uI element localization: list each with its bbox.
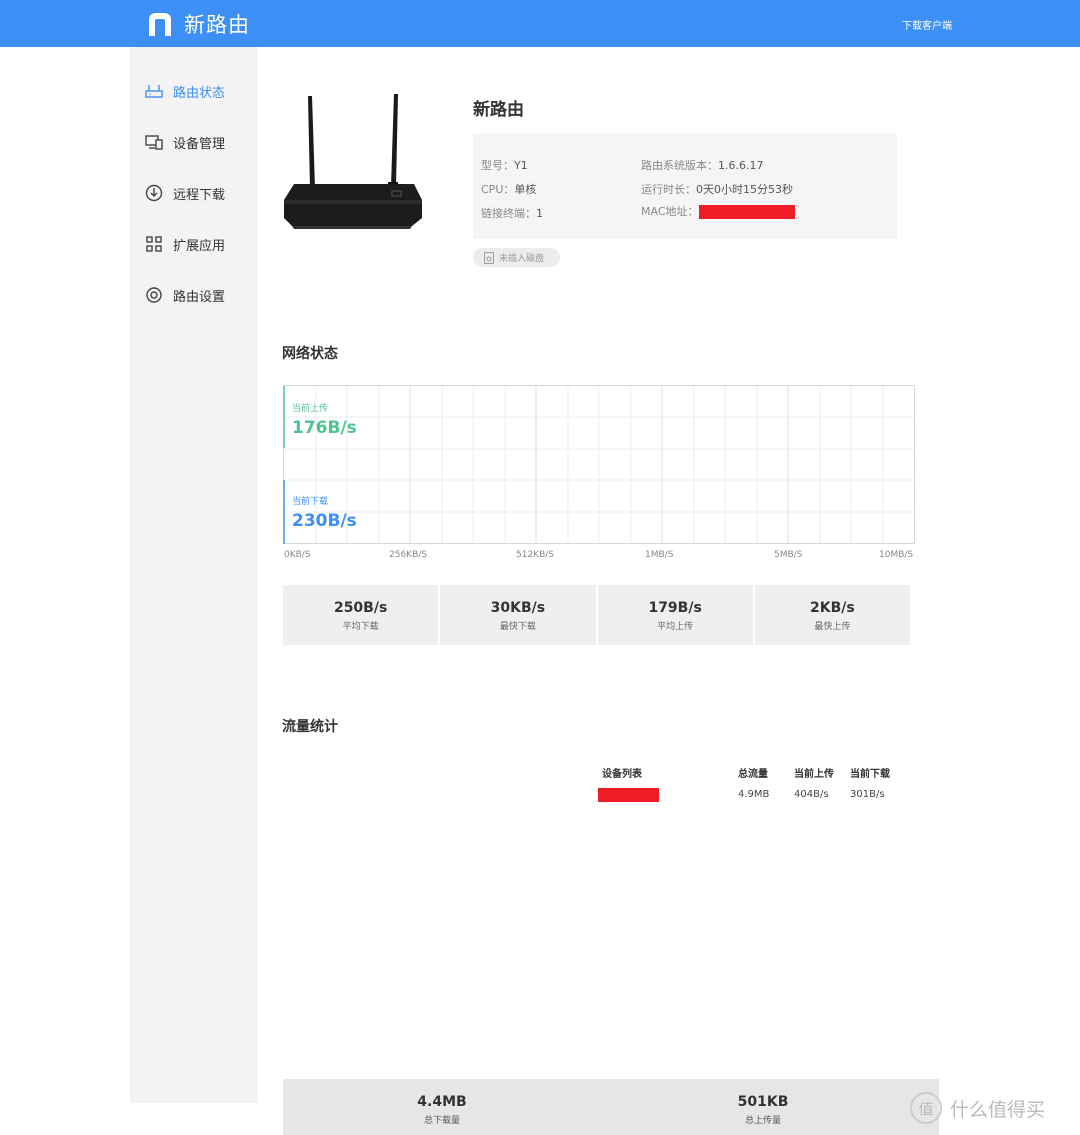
download-marker [283, 480, 285, 544]
firmware-label: 路由系统版本： [641, 159, 718, 172]
app-name: 新路由 [184, 13, 250, 37]
apps-grid-icon [145, 235, 163, 253]
download-client-link[interactable]: 下载客户端 [902, 17, 952, 32]
router-icon [145, 82, 163, 100]
download-speed: 当前下载 230B/s [292, 494, 357, 531]
total-value: 4.4MB [417, 1094, 467, 1110]
devices-icon [145, 133, 163, 151]
stat-caption: 最快下载 [499, 622, 536, 632]
cpu-value: 单核 [514, 183, 537, 196]
disk-icon [484, 251, 494, 264]
disk-status-text: 未插入磁盘 [499, 254, 545, 264]
upload-speed: 当前上传 176B/s [292, 401, 357, 438]
download-icon [145, 184, 163, 202]
sidebar-item-label: 路由状态 [173, 85, 226, 101]
axis-tick-label: 512KB/S [516, 550, 554, 560]
clients-info: 链接终端：1 [481, 205, 543, 221]
device-name-redaction [598, 788, 659, 802]
traffic-stats-title: 流量统计 [282, 719, 338, 735]
stat-value: 250B/s [333, 600, 388, 616]
settings-icon [145, 286, 163, 304]
stat-avg-download: 250B/s 平均下载 [283, 585, 439, 645]
axis-tick-label: 10MB/S [879, 550, 914, 560]
stat-value: 30KB/s [490, 600, 546, 616]
network-speed-chart: 当前上传 176B/s 当前下载 230B/s [283, 385, 915, 544]
traffic-totals: 4.4MB 总下载量 501KB 总上传量 [283, 1079, 939, 1135]
watermark-text: 什么值得买 [950, 1098, 1046, 1121]
uptime-info: 运行时长：0天0小时15分53秒 [641, 181, 793, 197]
speed-stats: 250B/s 平均下载 30KB/s 最快下载 179B/s 平均上传 2KB/… [283, 585, 910, 645]
download-value: 230B/s [292, 511, 357, 531]
logo[interactable]: 新路由 [146, 9, 250, 39]
sidebar-item-router-status[interactable]: 路由状态 [145, 80, 225, 102]
firmware-value: 1.6.6.17 [718, 159, 764, 172]
axis-tick-label: 5MB/S [774, 550, 803, 560]
watermark-logo: 值 [910, 1092, 942, 1124]
row-upload: 404B/s [794, 789, 829, 800]
sidebar-item-remote-download[interactable]: 远程下载 [145, 182, 225, 204]
stat-value: 179B/s [648, 600, 702, 616]
total-download: 4.4MB 总下载量 [382, 1094, 502, 1126]
row-download: 301B/s [850, 789, 885, 800]
mac-redaction [698, 205, 795, 219]
stat-max-upload: 2KB/s 最快上传 [754, 585, 910, 645]
column-header-total: 总流量 [738, 769, 768, 780]
upload-value: 176B/s [292, 418, 357, 438]
axis-tick-label: 0KB/S [284, 550, 311, 560]
upload-caption: 当前上传 [292, 404, 329, 414]
column-header-devices: 设备列表 [602, 769, 642, 780]
total-caption: 总上传量 [744, 1116, 781, 1126]
column-header-upload: 当前上传 [794, 769, 834, 780]
model-value: Y1 [514, 159, 528, 172]
sidebar-item-label: 设备管理 [173, 136, 226, 152]
cpu-info: CPU：单核 [481, 181, 536, 197]
column-header-download: 当前下载 [850, 769, 890, 780]
total-caption: 总下载量 [423, 1116, 460, 1126]
disk-status-badge: 未插入磁盘 [473, 248, 560, 267]
device-name: 新路由 [473, 100, 524, 120]
sidebar-item-router-settings[interactable]: 路由设置 [145, 284, 225, 306]
clients-label: 链接终端： [481, 207, 536, 220]
row-total: 4.9MB [738, 789, 770, 800]
clients-value: 1 [536, 207, 543, 220]
sidebar-item-extensions[interactable]: 扩展应用 [145, 233, 225, 255]
axis-tick-label: 1MB/S [645, 550, 674, 560]
stat-max-download: 30KB/s 最快下载 [440, 585, 596, 645]
model-info: 型号：Y1 [481, 157, 528, 173]
logo-icon [146, 10, 174, 38]
total-value: 501KB [737, 1094, 789, 1110]
uptime-value: 0天0小时15分53秒 [696, 183, 793, 196]
axis-tick-label: 256KB/S [389, 550, 427, 560]
watermark: 值 什么值得买 [910, 1092, 1045, 1124]
total-upload: 501KB 总上传量 [703, 1094, 823, 1126]
sidebar-item-label: 路由设置 [173, 289, 226, 305]
sidebar: 路由状态 设备管理 远程下载 扩展应用 路由设置 [130, 47, 258, 1103]
model-label: 型号： [481, 159, 514, 172]
top-bar: 新路由 下载客户端 [0, 0, 1080, 47]
stat-value: 2KB/s [810, 600, 855, 616]
sidebar-item-device-management[interactable]: 设备管理 [145, 131, 225, 153]
upload-marker [283, 386, 285, 448]
uptime-label: 运行时长： [641, 183, 696, 196]
stat-caption: 最快上传 [814, 622, 851, 632]
stat-avg-upload: 179B/s 平均上传 [597, 585, 753, 645]
device-info-panel: 型号：Y1 CPU：单核 链接终端：1 路由系统版本：1.6.6.17 运行时长… [473, 133, 897, 239]
sidebar-item-label: 远程下载 [173, 187, 226, 203]
router-image [280, 88, 426, 233]
firmware-info: 路由系统版本：1.6.6.17 [641, 157, 763, 173]
stat-caption: 平均上传 [657, 622, 694, 632]
mac-label: MAC地址： [641, 205, 699, 218]
mac-info: MAC地址： [641, 203, 795, 219]
download-caption: 当前下载 [292, 497, 329, 507]
sidebar-item-label: 扩展应用 [173, 238, 226, 254]
chart-grid [284, 386, 914, 543]
cpu-label: CPU： [481, 183, 515, 196]
network-status-title: 网络状态 [282, 346, 338, 362]
stat-caption: 平均下载 [342, 622, 379, 632]
